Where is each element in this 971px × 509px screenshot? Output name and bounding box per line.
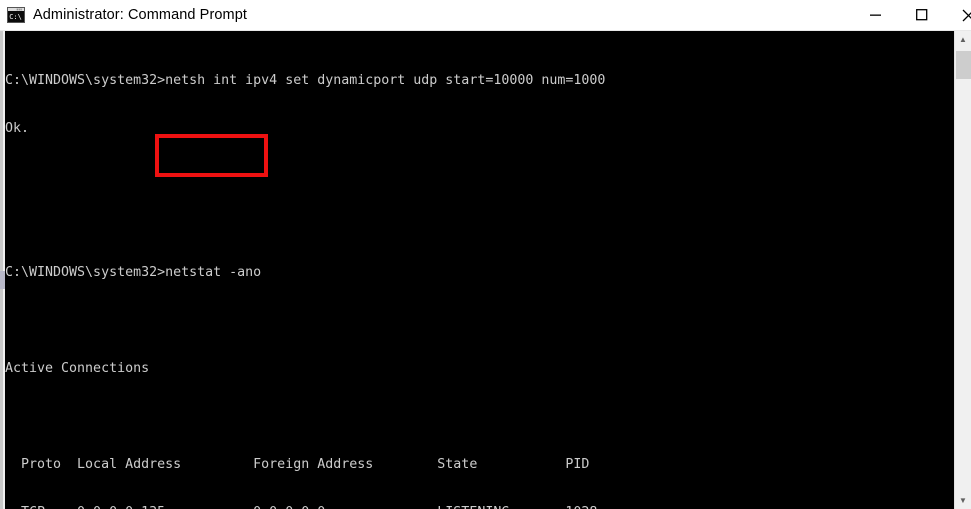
console-line: C:\WINDOWS\system32>netsh int ipv4 set d…	[5, 73, 606, 88]
close-icon	[962, 9, 971, 21]
minimize-button[interactable]	[853, 0, 899, 30]
console-line: Ok.	[5, 121, 30, 136]
console-command-line: C:\WINDOWS\system32>netstat -ano	[5, 265, 262, 280]
table-header-row: Proto Local Address Foreign Address Stat…	[5, 457, 590, 472]
close-button[interactable]	[945, 0, 971, 30]
scrollbar-thumb[interactable]	[956, 51, 971, 79]
scroll-up-arrow-icon[interactable]: ▲	[955, 31, 971, 48]
title-bar[interactable]: C:\ Administrator: Command Prompt	[0, 0, 971, 31]
cmd-console-icon: C:\	[7, 7, 25, 23]
vertical-scrollbar[interactable]: ▲ ▼	[954, 31, 971, 509]
console-section-heading: Active Connections	[5, 361, 150, 376]
console-output-area[interactable]: C:\WINDOWS\system32>netsh int ipv4 set d…	[0, 31, 971, 509]
svg-text:C:\: C:\	[9, 13, 22, 21]
table-row: TCP 0.0.0.0:135 0.0.0.0:0 LISTENING 1028	[5, 505, 950, 509]
console-text: C:\WINDOWS\system32>netsh int ipv4 set d…	[5, 31, 950, 509]
maximize-icon	[916, 9, 928, 21]
command-prompt-window: C:\ Administrator: Command Prompt C:\WIN…	[0, 0, 971, 509]
scroll-down-arrow-icon[interactable]: ▼	[955, 492, 971, 509]
table-body: TCP 0.0.0.0:135 0.0.0.0:0 LISTENING 1028…	[5, 505, 950, 509]
window-title: Administrator: Command Prompt	[33, 7, 248, 23]
minimize-icon	[870, 14, 881, 16]
maximize-button[interactable]	[899, 0, 945, 30]
